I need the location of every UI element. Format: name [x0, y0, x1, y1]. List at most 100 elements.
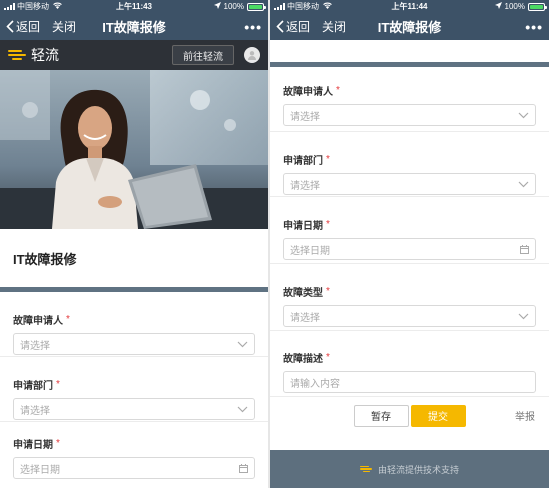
page-title: IT故障报修 — [102, 20, 166, 35]
date-picker[interactable]: 选择日期 — [13, 457, 255, 479]
field-label: 申请日期 * — [13, 436, 255, 451]
chevron-left-icon — [276, 20, 284, 33]
select-placeholder: 请选择 — [290, 312, 320, 324]
required-mark: * — [326, 352, 330, 363]
chevron-down-icon — [518, 313, 529, 320]
form-header: IT故障报修 — [0, 229, 268, 287]
field-label-text: 故障描述 — [283, 354, 323, 365]
back-label: 返回 — [16, 20, 41, 34]
type-select[interactable]: 请选择 — [283, 305, 536, 327]
input-placeholder: 请输入内容 — [290, 378, 340, 390]
date-placeholder: 选择日期 — [290, 245, 330, 257]
field-type: 故障类型 * 请选择 — [270, 264, 549, 331]
location-arrow-icon — [494, 2, 502, 11]
signal-icon — [4, 3, 15, 10]
required-mark: * — [326, 286, 330, 297]
chevron-down-icon — [518, 181, 529, 188]
department-select[interactable]: 请选择 — [283, 173, 536, 195]
description-input[interactable]: 请输入内容 — [283, 371, 536, 393]
field-label-text: 故障申请人 — [283, 87, 333, 98]
close-button[interactable]: 关闭 — [322, 18, 346, 35]
qingflow-logo-icon — [359, 465, 372, 473]
chevron-left-icon — [6, 20, 14, 33]
back-label: 返回 — [286, 20, 311, 34]
battery-percent: 100% — [223, 2, 244, 11]
save-draft-button[interactable]: 暂存 — [353, 404, 409, 427]
required-mark: * — [326, 219, 330, 230]
date-picker[interactable]: 选择日期 — [283, 238, 536, 260]
page-title: IT故障报修 — [377, 20, 442, 35]
field-label-text: 故障类型 — [283, 288, 323, 299]
field-department: 申请部门 * 请选择 — [0, 357, 268, 422]
back-button[interactable]: 返回 — [6, 18, 40, 35]
field-label-text: 申请部门 — [13, 381, 53, 392]
goto-qingflow-button[interactable]: 前往轻流 — [172, 45, 234, 65]
field-label: 故障申请人 * — [283, 83, 536, 98]
field-label: 故障类型 * — [283, 284, 536, 299]
reporter-select[interactable]: 请选择 — [283, 104, 536, 126]
field-date: 申请日期 * 选择日期 — [0, 422, 268, 482]
woman-at-laptop-photo — [0, 70, 268, 229]
footer-text: 由轻流提供技术支持 — [377, 464, 459, 475]
field-label-text: 故障申请人 — [13, 316, 63, 327]
field-label-text: 申请部门 — [283, 156, 323, 167]
calendar-icon — [520, 244, 529, 254]
field-label: 申请部门 * — [13, 377, 255, 392]
nav-bar: 返回 关闭 IT故障报修 ••• — [270, 13, 549, 40]
carrier-label: 中国移动 — [17, 2, 49, 11]
signal-icon — [274, 3, 285, 10]
field-reporter: 故障申请人 * 请选择 — [0, 292, 268, 357]
user-icon — [248, 51, 256, 60]
right-screen: 中国移动 上午11:44 100% 返回 关闭 IT故障报修 ••• 故障申请人… — [270, 0, 549, 488]
battery-percent: 100% — [504, 2, 525, 11]
select-placeholder: 请选择 — [290, 111, 320, 123]
required-mark: * — [336, 85, 340, 96]
select-placeholder: 请选择 — [290, 180, 320, 192]
date-placeholder: 选择日期 — [20, 464, 60, 476]
more-button[interactable]: ••• — [525, 19, 543, 35]
scrolled-top-spacer — [270, 40, 549, 62]
submit-button[interactable]: 提交 — [410, 404, 466, 427]
field-label-text: 申请日期 — [13, 440, 53, 451]
field-department: 申请部门 * 请选择 — [270, 132, 549, 197]
avatar[interactable] — [244, 47, 260, 63]
qingflow-logo-icon — [8, 50, 26, 60]
brand-name: 轻流 — [31, 47, 59, 63]
field-label: 故障描述 * — [283, 350, 536, 365]
close-button[interactable]: 关闭 — [52, 18, 76, 35]
department-select[interactable]: 请选择 — [13, 398, 255, 420]
field-label: 故障申请人 * — [13, 312, 255, 327]
chevron-down-icon — [237, 341, 248, 348]
nav-bar: 返回 关闭 IT故障报修 ••• — [0, 13, 268, 40]
battery-icon — [247, 2, 266, 11]
carrier-label: 中国移动 — [287, 2, 319, 11]
field-reporter: 故障申请人 * 请选择 — [270, 67, 549, 132]
form-actions: 暂存 提交 举报 — [270, 397, 549, 434]
footer: 由轻流提供技术支持 — [270, 450, 549, 488]
report-link[interactable]: 举报 — [515, 408, 535, 423]
form-title: IT故障报修 — [13, 251, 77, 267]
left-screen: 中国移动 上午11:43 100% 返回 关闭 IT故障报修 ••• 轻流 前往… — [0, 0, 268, 488]
hero-image — [0, 70, 268, 229]
battery-icon — [528, 2, 547, 11]
wifi-icon — [53, 2, 62, 11]
field-label: 申请日期 * — [283, 217, 536, 232]
select-placeholder: 请选择 — [20, 340, 50, 352]
field-date: 申请日期 * 选择日期 — [270, 197, 549, 264]
required-mark: * — [56, 438, 60, 449]
wifi-icon — [323, 2, 332, 11]
select-placeholder: 请选择 — [20, 405, 50, 417]
more-button[interactable]: ••• — [244, 19, 262, 35]
required-mark: * — [326, 154, 330, 165]
required-mark: * — [56, 379, 60, 390]
reporter-select[interactable]: 请选择 — [13, 333, 255, 355]
back-button[interactable]: 返回 — [276, 18, 310, 35]
location-arrow-icon — [213, 2, 221, 11]
field-label-text: 申请日期 — [283, 221, 323, 232]
chevron-down-icon — [518, 112, 529, 119]
required-mark: * — [66, 314, 70, 325]
chevron-down-icon — [237, 406, 248, 413]
calendar-icon — [239, 463, 248, 473]
field-label: 申请部门 * — [283, 152, 536, 167]
status-bar: 中国移动 上午11:44 100% — [270, 0, 549, 13]
